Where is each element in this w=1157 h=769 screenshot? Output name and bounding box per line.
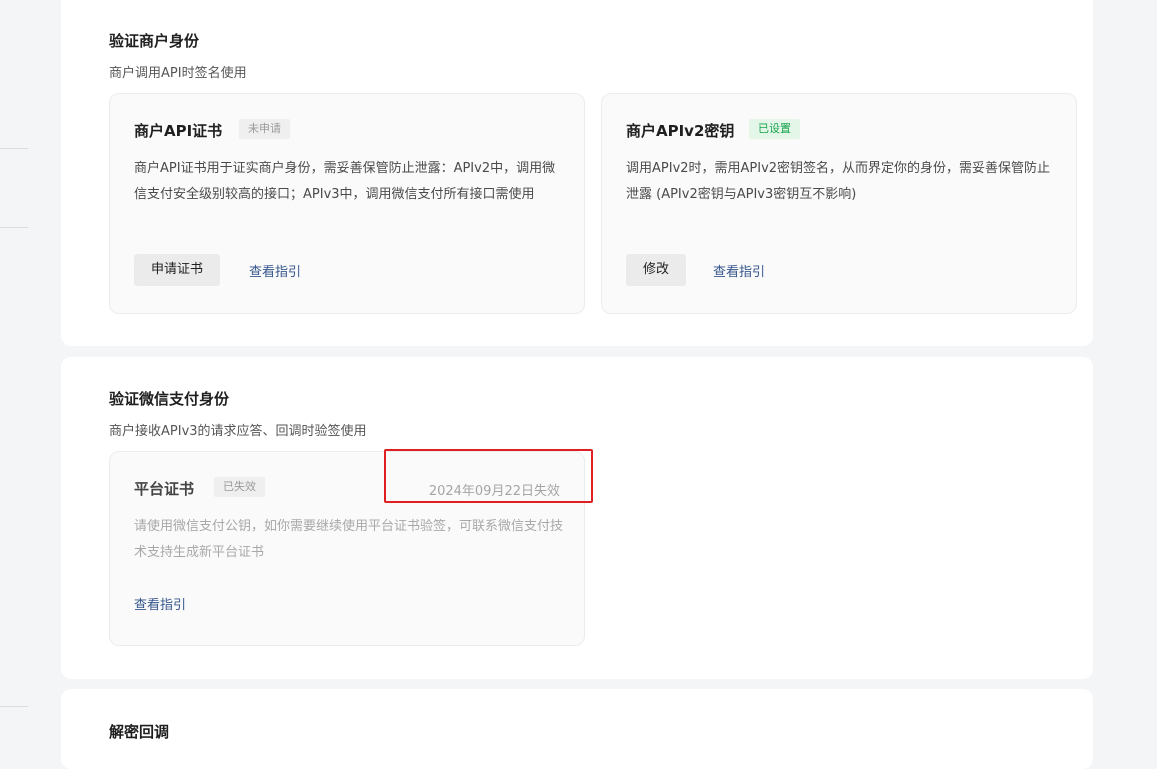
card-title: 商户APIv2密钥 <box>626 122 735 140</box>
verify-wechatpay-section: 验证微信支付身份 商户接收APIv3的请求应答、回调时验签使用 平台证书 已失效… <box>61 357 1093 679</box>
nav-divider <box>0 706 28 707</box>
section-title: 解密回调 <box>109 723 170 741</box>
status-badge: 未申请 <box>239 119 290 139</box>
card-description: 请使用微信支付公钥，如你需要继续使用平台证书验签，可联系微信支付技术支持生成新平… <box>134 519 564 560</box>
section-title: 验证商户身份 <box>109 32 200 50</box>
expiry-date: 2024年09月22日失效 <box>428 484 560 499</box>
nav-divider <box>0 148 28 149</box>
platform-cert-card: 平台证书 已失效 2024年09月22日失效 请使用微信支付公钥，如你需要继续使… <box>109 451 585 646</box>
view-guide-link[interactable]: 查看指引 <box>134 594 186 613</box>
section-subtitle: 商户调用API时签名使用 <box>109 66 247 81</box>
card-description: 商户API证书用于证实商户身份，需妥善保管防止泄露：APIv2中，调用微信支付安… <box>134 161 556 202</box>
card-title: 商户API证书 <box>134 122 223 140</box>
view-guide-link[interactable]: 查看指引 <box>713 261 765 280</box>
decrypt-callback-section: 解密回调 <box>61 689 1093 769</box>
nav-divider <box>0 227 28 228</box>
status-badge: 已设置 <box>749 119 800 139</box>
card-title: 平台证书 <box>134 480 195 498</box>
modify-key-button[interactable]: 修改 <box>626 254 687 286</box>
apiv2-key-card: 商户APIv2密钥 已设置 调用APIv2时，需用APIv2密钥签名，从而界定你… <box>601 93 1077 314</box>
status-badge: 已失效 <box>214 477 265 497</box>
view-guide-link[interactable]: 查看指引 <box>249 261 301 280</box>
card-description: 调用APIv2时，需用APIv2密钥签名，从而界定你的身份，需妥善保管防止泄露 … <box>626 161 1051 202</box>
left-navigation-strip <box>0 0 58 745</box>
api-cert-card: 商户API证书 未申请 商户API证书用于证实商户身份，需妥善保管防止泄露：AP… <box>109 93 585 314</box>
apply-cert-button[interactable]: 申请证书 <box>134 254 221 286</box>
section-title: 验证微信支付身份 <box>109 390 230 408</box>
section-subtitle: 商户接收APIv3的请求应答、回调时验签使用 <box>109 424 367 439</box>
verify-merchant-section: 验证商户身份 商户调用API时签名使用 商户API证书 未申请 商户API证书用… <box>61 0 1093 346</box>
